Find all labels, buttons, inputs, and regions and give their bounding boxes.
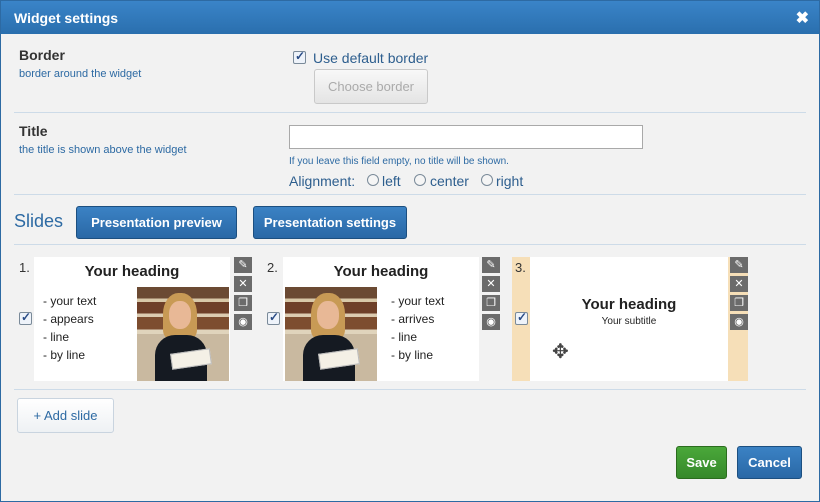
slide-2-thumbnail[interactable]: Your heading - your text - arrives - lin… (283, 257, 479, 381)
slide-line: - your text (43, 294, 97, 308)
slide-number: 3. (515, 260, 526, 275)
use-default-border-label: Use default border (313, 50, 429, 66)
slide-line: - line (43, 330, 70, 344)
slide-line: - appears (43, 312, 94, 326)
title-hint: If you leave this field empty, no title … (289, 156, 509, 167)
dialog-titlebar: Widget settings ✖ (1, 1, 819, 34)
slide-2-checkbox[interactable] (267, 310, 280, 325)
alignment-right-radio[interactable] (481, 174, 493, 186)
border-sublabel: border around the widget (19, 68, 142, 80)
slide-number: 2. (267, 260, 278, 275)
view-icon[interactable]: ◉ (730, 314, 748, 330)
divider (14, 112, 806, 113)
slide-line: - by line (43, 348, 86, 362)
slide-2-tools: ✎ ✕ ❐ ◉ (482, 257, 500, 333)
divider (14, 194, 806, 195)
alignment-left-radio[interactable] (367, 174, 379, 186)
slide-heading: Your heading (333, 263, 429, 280)
alignment-center-radio[interactable] (414, 174, 426, 186)
title-label: Title (19, 123, 48, 139)
presentation-settings-button[interactable]: Presentation settings (253, 206, 407, 239)
slide-heading: Your heading (581, 296, 677, 313)
add-slide-button[interactable]: + Add slide (17, 398, 114, 433)
alignment-right-label: right (496, 173, 524, 189)
slide-1-thumbnail[interactable]: Your heading - your text - appears - lin… (34, 257, 230, 381)
choose-border-button: Choose border (314, 69, 428, 104)
view-icon[interactable]: ◉ (482, 314, 500, 330)
alignment-left-label: left (382, 173, 401, 189)
slide-photo (137, 287, 229, 381)
delete-icon[interactable]: ✕ (482, 276, 500, 292)
slide-photo (285, 287, 377, 381)
slide-line: - line (391, 330, 418, 344)
slide-1-checkbox[interactable] (19, 310, 32, 325)
slide-line: - by line (391, 348, 434, 362)
alignment-center-label: center (430, 173, 469, 189)
dialog-title: Widget settings (14, 10, 119, 26)
cancel-button[interactable]: Cancel (737, 446, 802, 479)
widget-settings-dialog: Widget settings ✖ Border border around t… (0, 0, 820, 502)
presentation-preview-button[interactable]: Presentation preview (76, 206, 237, 239)
delete-icon[interactable]: ✕ (730, 276, 748, 292)
slide-3-tools: ✎ ✕ ❐ ◉ (730, 257, 748, 333)
divider (14, 389, 806, 390)
edit-icon[interactable]: ✎ (730, 257, 748, 273)
divider (14, 244, 806, 245)
delete-icon[interactable]: ✕ (234, 276, 252, 292)
title-input[interactable] (289, 125, 643, 149)
title-sublabel: the title is shown above the widget (19, 144, 187, 156)
save-button[interactable]: Save (676, 446, 727, 479)
slide-text-list: - your text - arrives - line - by line (391, 292, 444, 364)
slide-number: 1. (19, 260, 30, 275)
slide-heading: Your heading (84, 263, 180, 280)
slide-3-checkbox[interactable] (515, 310, 528, 325)
slide-text-list: - your text - appears - line - by line (43, 292, 96, 364)
alignment-label: Alignment: (289, 173, 356, 189)
slide-line: - arrives (391, 312, 435, 326)
slide-1-tools: ✎ ✕ ❐ ◉ (234, 257, 252, 333)
slide-subtitle: Your subtitle (601, 316, 657, 327)
slides-title: Slides (14, 211, 64, 231)
slide-line: - your text (391, 294, 445, 308)
move-cursor-icon: ✥ (552, 341, 569, 363)
use-default-border-checkbox[interactable] (293, 49, 306, 64)
view-icon[interactable]: ◉ (234, 314, 252, 330)
copy-icon[interactable]: ❐ (234, 295, 252, 311)
border-label: Border (19, 47, 65, 63)
edit-icon[interactable]: ✎ (482, 257, 500, 273)
copy-icon[interactable]: ❐ (482, 295, 500, 311)
edit-icon[interactable]: ✎ (234, 257, 252, 273)
close-icon[interactable]: ✖ (796, 8, 809, 28)
copy-icon[interactable]: ❐ (730, 295, 748, 311)
